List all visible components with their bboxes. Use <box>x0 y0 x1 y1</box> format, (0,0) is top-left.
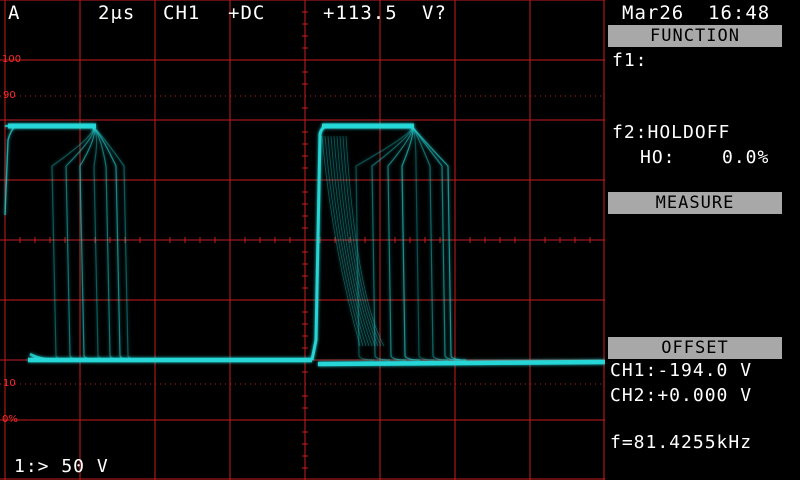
ch2-offset-readout: CH2:+0.000 V <box>610 385 753 406</box>
waveform-trace-line <box>4 125 19 216</box>
ch1-scale-readout: 1:> 50 V <box>14 456 109 477</box>
timebase-readout: 2μs <box>98 2 136 24</box>
trigger-level-readout: +113.5 <box>323 2 398 24</box>
grid-label-10: 10 <box>3 378 16 389</box>
holdoff-label: HO: <box>640 147 676 168</box>
holdoff-value: 0.0% <box>722 147 770 168</box>
date-readout: Mar26 <box>622 2 685 24</box>
waveform-display <box>0 0 605 480</box>
f1-label[interactable]: f1: <box>612 50 648 71</box>
function-panel-header[interactable]: FUNCTION <box>608 25 782 47</box>
trigger-mode: A <box>8 2 21 24</box>
frequency-readout: f=81.4255kHz <box>610 432 753 453</box>
waveform-trace-line <box>5 125 145 361</box>
waveform-trace-line <box>317 359 605 367</box>
channel-readout: CH1 <box>163 2 201 24</box>
f2-holdoff-label[interactable]: f2:HOLDOFF <box>612 122 730 143</box>
offset-panel-header[interactable]: OFFSET <box>608 337 782 359</box>
grid-label-90: 90 <box>3 90 16 101</box>
waveform-trace-line <box>322 125 449 361</box>
waveform-trace-line <box>5 125 101 361</box>
coupling-readout: +DC <box>228 2 266 24</box>
trigger-level-unit: V? <box>422 2 447 24</box>
time-readout: 16:48 <box>708 2 771 24</box>
ch1-offset-readout: CH1:-194.0 V <box>610 360 753 381</box>
oscilloscope-screen: 100 90 10 0% A 2μs CH1 +DC +113.5 V? 1:>… <box>0 0 800 480</box>
grid-label-0: 0% <box>2 414 18 425</box>
grid-label-100: 100 <box>2 54 22 65</box>
measure-panel-header[interactable]: MEASURE <box>608 192 782 214</box>
